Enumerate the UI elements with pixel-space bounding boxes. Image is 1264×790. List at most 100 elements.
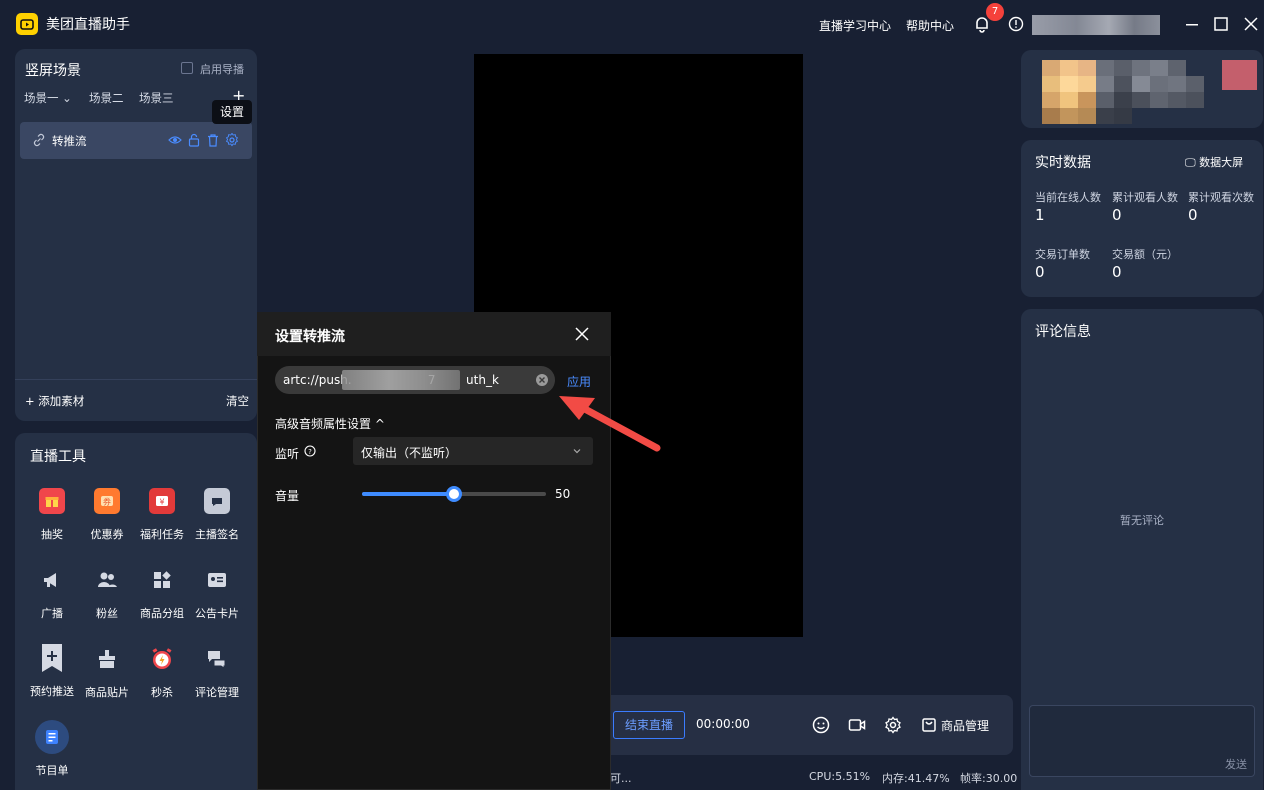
tool-signature[interactable]: 主播签名 [189, 488, 245, 542]
add-material-button[interactable]: + 添加素材 [25, 393, 84, 409]
tool-program-list[interactable]: 节目单 [24, 720, 80, 778]
unlock-icon[interactable] [187, 133, 201, 147]
no-comments-text: 暂无评论 [1120, 514, 1164, 527]
send-button[interactable]: 发送 [1225, 756, 1247, 772]
guide-checkbox[interactable] [181, 62, 193, 74]
comment-input[interactable] [1029, 705, 1255, 777]
product-sticker-icon [94, 646, 120, 672]
advanced-audio-toggle[interactable]: 高级音频属性设置 ^ [275, 415, 385, 432]
reservation-push-icon [39, 643, 65, 673]
chevron-down-icon: ⌄ [62, 91, 72, 105]
realtime-title: 实时数据 [1035, 155, 1091, 171]
tool-label: 秒杀 [151, 686, 173, 699]
coupon-icon: 券 [94, 488, 120, 514]
delete-icon[interactable] [206, 133, 220, 147]
tool-welfare-task[interactable]: ¥ 福利任务 [134, 488, 190, 542]
scene-tab-1[interactable]: 场景一 ⌄ [24, 90, 72, 106]
svg-text:?: ? [308, 448, 312, 456]
tool-product-group[interactable]: 商品分组 [134, 567, 190, 621]
data-dashboard-label: 数据大屏 [1199, 156, 1244, 169]
notification-badge: 7 [986, 3, 1004, 21]
end-live-button[interactable]: 结束直播 [613, 711, 685, 739]
goods-manage-button[interactable]: 商品管理 [941, 717, 989, 734]
monitor-select-value: 仅输出（不监听） [361, 446, 458, 460]
tool-notice-card[interactable]: 公告卡片 [189, 567, 245, 621]
close-window-icon[interactable] [1243, 16, 1259, 32]
gift-icon [39, 488, 65, 514]
monitor-label: 监听 [275, 447, 300, 461]
tool-label: 商品贴片 [85, 686, 129, 699]
tool-label: 优惠券 [90, 528, 124, 541]
product-group-icon [149, 567, 175, 593]
tool-coupon[interactable]: 券 优惠券 [79, 488, 135, 542]
user-name-blurred[interactable] [1032, 15, 1160, 35]
camera-icon[interactable] [848, 716, 866, 734]
maximize-icon[interactable] [1213, 16, 1229, 32]
fans-icon [94, 567, 120, 593]
close-icon[interactable] [574, 326, 590, 342]
clear-button[interactable]: 清空 [226, 393, 249, 409]
metric-online-value: 1 [1035, 206, 1045, 224]
tool-label: 广播 [41, 607, 63, 620]
tool-product-sticker[interactable]: 商品贴片 [79, 646, 135, 700]
scene-tab-2[interactable]: 场景二 [89, 90, 124, 106]
data-dashboard-button[interactable]: 🖵 数据大屏 [1185, 154, 1243, 170]
tool-label: 商品分组 [140, 607, 184, 620]
scene-tab-1-label: 场景一 [24, 91, 59, 105]
minimize-icon[interactable] [1184, 16, 1200, 32]
metric-revenue-label: 交易额（元） [1112, 248, 1178, 261]
metric-revenue-value: 0 [1112, 263, 1122, 281]
tool-broadcast[interactable]: 广播 [24, 567, 80, 621]
tool-comment-manage[interactable]: 评论管理 [189, 646, 245, 700]
tool-label: 粉丝 [96, 607, 118, 620]
metric-views-label: 累计观看次数 [1188, 191, 1254, 204]
metric-orders-label: 交易订单数 [1035, 248, 1090, 261]
scene-divider [15, 379, 257, 380]
metric-viewers-label: 累计观看人数 [1112, 191, 1178, 204]
guide-label[interactable]: 启用导播 [200, 61, 244, 77]
settings-gear-icon[interactable] [225, 133, 239, 147]
eye-icon[interactable] [168, 133, 182, 147]
svg-text:券: 券 [103, 497, 111, 507]
learning-center-link[interactable]: 直播学习中心 [819, 17, 891, 34]
help-center-link[interactable]: 帮助中心 [906, 17, 954, 34]
tool-fans[interactable]: 粉丝 [79, 567, 135, 621]
metric-orders-value: 0 [1035, 263, 1045, 281]
gear-icon[interactable] [884, 716, 902, 734]
blurred-avatar [1042, 58, 1257, 124]
info-icon[interactable] [1008, 16, 1024, 32]
tools-title: 直播工具 [30, 449, 86, 465]
live-timer: 00:00:00 [696, 717, 750, 731]
shopping-bag-icon[interactable] [920, 716, 938, 734]
tool-label: 预约推送 [30, 685, 74, 698]
frame-rate: 帧率:30.00 [960, 772, 1018, 785]
status-truncated: 可... [610, 772, 632, 785]
link-icon [33, 133, 45, 147]
metric-viewers-value: 0 [1112, 206, 1122, 224]
tool-flash-sale[interactable]: 秒杀 [134, 646, 190, 700]
clear-input-icon[interactable] [535, 373, 549, 387]
volume-slider-thumb[interactable] [446, 486, 462, 502]
apply-button[interactable]: 应用 [567, 373, 591, 390]
tool-label: 主播签名 [195, 528, 239, 541]
tool-label: 评论管理 [195, 686, 239, 699]
emoji-icon[interactable] [812, 716, 830, 734]
help-icon[interactable]: ? [304, 445, 316, 457]
signature-icon [204, 488, 230, 514]
tool-lottery[interactable]: 抽奖 [24, 488, 80, 542]
url-blurred-segment [342, 370, 460, 390]
cpu-usage: CPU:5.51% [809, 770, 871, 783]
monitor-chart-icon: 🖵 [1185, 156, 1196, 169]
tool-label: 福利任务 [140, 528, 184, 541]
annotation-arrow-icon [559, 396, 661, 452]
tool-reservation-push[interactable]: 预约推送 [24, 643, 80, 699]
program-list-icon [35, 720, 69, 754]
volume-value: 50 [555, 487, 571, 501]
tool-label: 节目单 [35, 764, 69, 777]
scene-tab-3[interactable]: 场景三 [139, 90, 174, 106]
notice-card-icon [204, 567, 230, 593]
metric-online-label: 当前在线人数 [1035, 191, 1101, 204]
welfare-task-icon: ¥ [149, 488, 175, 514]
source-label: 转推流 [52, 134, 87, 148]
volume-label: 音量 [275, 489, 300, 503]
